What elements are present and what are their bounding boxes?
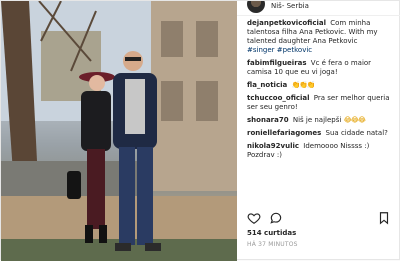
comment-username[interactable]: dejanpetkovicoficial bbox=[247, 19, 326, 27]
comment: fla_noticia 👏👏👏 bbox=[247, 81, 397, 90]
location-label[interactable]: Niš- Serbia bbox=[271, 2, 309, 10]
likes-count[interactable]: 514 curtidas bbox=[247, 229, 296, 237]
comment-username[interactable]: shonara70 bbox=[247, 116, 289, 124]
comment-text: Sua cidade natal? bbox=[325, 129, 388, 137]
post-actions bbox=[247, 211, 391, 227]
comment: tchuccoo_oficial Pra ser melhor queria s… bbox=[247, 94, 397, 112]
heart-icon[interactable] bbox=[247, 211, 261, 225]
comment-username[interactable]: fla_noticia bbox=[247, 81, 287, 89]
comment-emoji: 😂😂😂 bbox=[343, 116, 367, 124]
timestamp: HÁ 37 MINUTOS bbox=[247, 241, 298, 248]
avatar[interactable] bbox=[247, 1, 265, 13]
instagram-post: Niš- Serbia dejanpetkovicoficial Com min… bbox=[0, 0, 400, 261]
post-photo[interactable] bbox=[1, 1, 237, 261]
post-sidebar: Niš- Serbia dejanpetkovicoficial Com min… bbox=[237, 1, 400, 261]
comment: fabimfilgueiras Vc é fera o maior camisa… bbox=[247, 59, 397, 77]
hashtags[interactable]: #singer #petkovic bbox=[247, 46, 397, 55]
comment-username[interactable]: fabimfilgueiras bbox=[247, 59, 307, 67]
post-header: Niš- Serbia bbox=[237, 1, 400, 16]
comment-list: dejanpetkovicoficial Com minha talentosa… bbox=[247, 19, 397, 164]
comment: nikola92vulic Idemoooo Nissss :) Pozdrav… bbox=[247, 142, 397, 160]
comment: roniellefariagomes Sua cidade natal? bbox=[247, 129, 397, 138]
comment-username[interactable]: tchuccoo_oficial bbox=[247, 94, 310, 102]
photo-scene bbox=[1, 1, 237, 261]
comment-username[interactable]: roniellefariagomes bbox=[247, 129, 321, 137]
comment-username[interactable]: nikola92vulic bbox=[247, 142, 299, 150]
comment-icon[interactable] bbox=[269, 211, 283, 225]
caption: dejanpetkovicoficial Com minha talentosa… bbox=[247, 19, 397, 55]
comment-text: Niš je najlepši bbox=[292, 116, 342, 124]
bookmark-icon[interactable] bbox=[377, 211, 391, 225]
comment-emoji: 👏👏👏 bbox=[291, 81, 315, 89]
comment: shonara70 Niš je najlepši 😂😂😂 bbox=[247, 116, 397, 125]
